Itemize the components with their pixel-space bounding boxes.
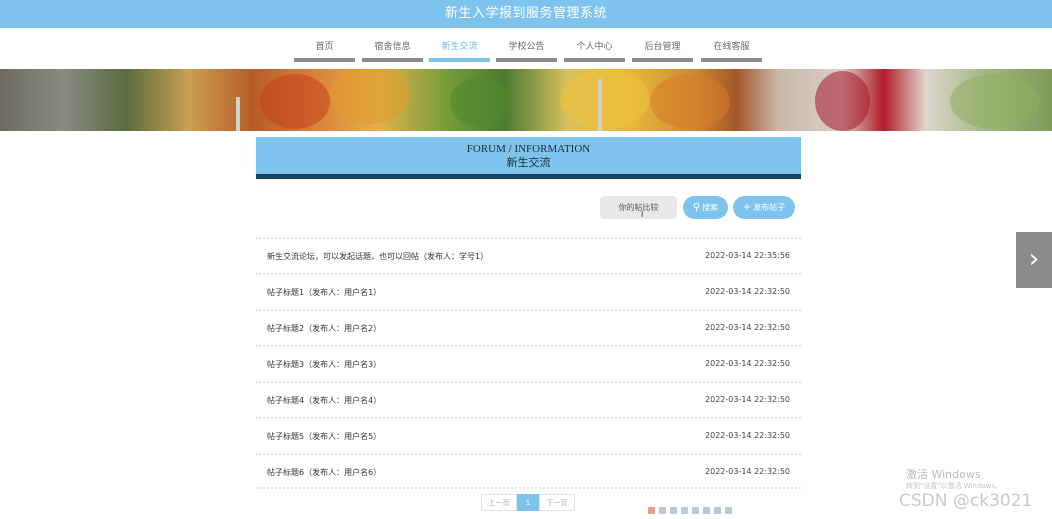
- list-item[interactable]: 帖子标题4（发布人：用户名4） 2022-03-14 22:32:50: [256, 381, 801, 417]
- post-time: 2022-03-14 22:32:50: [705, 287, 790, 296]
- publish-button-label: 发布帖子: [753, 203, 786, 212]
- list-item[interactable]: 帖子标题2（发布人：用户名2） 2022-03-14 22:32:50: [256, 309, 801, 345]
- app-title-bar: 新生入学报到服务管理系统: [0, 0, 1052, 28]
- nav-item-support[interactable]: 在线客服: [701, 40, 762, 62]
- list-item[interactable]: 帖子标题1（发布人：用户名1） 2022-03-14 22:32:50: [256, 273, 801, 309]
- post-title[interactable]: 帖子标题5（发布人：用户名5）: [267, 431, 381, 442]
- section-title-cn: 新生交流: [506, 157, 551, 169]
- ime-settings-icon: [725, 507, 732, 514]
- app-title: 新生入学报到服务管理系统: [444, 6, 607, 21]
- search-button-label: 搜索: [702, 203, 719, 212]
- list-item[interactable]: 新生交流论坛，可以发起话题，也可以回帖（发布人：学号1） 2022-03-14 …: [256, 237, 801, 273]
- list-item[interactable]: 帖子标题3（发布人：用户名3） 2022-03-14 22:32:50: [256, 345, 801, 381]
- chevron-right-icon[interactable]: ›: [1016, 232, 1052, 288]
- post-list: 新生交流论坛，可以发起话题，也可以回帖（发布人：学号1） 2022-03-14 …: [256, 237, 801, 489]
- prev-page-button[interactable]: 上一页: [481, 494, 517, 511]
- post-title[interactable]: 帖子标题4（发布人：用户名4）: [267, 395, 381, 406]
- post-title[interactable]: 帖子标题3（发布人：用户名3）: [267, 359, 381, 370]
- windows-activation-title: 激活 Windows: [906, 468, 981, 481]
- post-title[interactable]: 帖子标题2（发布人：用户名2）: [267, 323, 381, 334]
- windows-activation-hint: 转到"设置"以激活 Windows。: [906, 482, 1002, 490]
- main-nav: 首页 宿舍信息 新生交流 学校公告 个人中心 后台管理 在线客服: [0, 28, 1052, 69]
- page-number-current[interactable]: 1: [517, 494, 539, 511]
- text-cursor-icon: I: [641, 210, 644, 219]
- publish-post-button[interactable]: + 发布帖子: [733, 196, 795, 219]
- ime-toolbar: [648, 507, 732, 517]
- nav-item-admin[interactable]: 后台管理: [632, 40, 693, 62]
- ime-lang-icon: [659, 507, 666, 514]
- post-title[interactable]: 新生交流论坛，可以发起话题，也可以回帖（发布人：学号1）: [267, 251, 488, 262]
- ime-keyboard-icon: [703, 507, 710, 514]
- search-input[interactable]: 你的帖比较: [600, 196, 677, 219]
- ime-punct-icon: [681, 507, 688, 514]
- nav-item-profile[interactable]: 个人中心: [564, 40, 625, 62]
- nav-item-forum[interactable]: 新生交流: [429, 40, 490, 62]
- nav-item-home[interactable]: 首页: [294, 40, 355, 62]
- ime-emoji-icon: [692, 507, 699, 514]
- list-item[interactable]: 帖子标题5（发布人：用户名5） 2022-03-14 22:32:50: [256, 417, 801, 453]
- search-icon: ⚲: [692, 202, 701, 213]
- post-title[interactable]: 帖子标题1（发布人：用户名1）: [267, 287, 381, 298]
- section-header: FORUM / INFORMATION 新生交流: [256, 137, 801, 179]
- nav-item-notice[interactable]: 学校公告: [496, 40, 557, 62]
- post-time: 2022-03-14 22:32:50: [705, 467, 790, 476]
- post-time: 2022-03-14 22:35:56: [705, 251, 790, 260]
- plus-icon: +: [742, 202, 752, 213]
- ime-logo-icon: [648, 507, 655, 514]
- search-button[interactable]: ⚲ 搜索: [683, 196, 728, 219]
- post-time: 2022-03-14 22:32:50: [705, 395, 790, 404]
- post-time: 2022-03-14 22:32:50: [705, 323, 790, 332]
- pagination: 上一页 1 下一页: [481, 494, 575, 511]
- list-item[interactable]: 帖子标题6（发布人：用户名6） 2022-03-14 22:32:50: [256, 453, 801, 489]
- next-page-button[interactable]: 下一页: [539, 494, 575, 511]
- ime-moon-icon: [670, 507, 677, 514]
- campus-banner-image: [0, 69, 1052, 131]
- post-title[interactable]: 帖子标题6（发布人：用户名6）: [267, 467, 381, 478]
- ime-skin-icon: [714, 507, 721, 514]
- post-time: 2022-03-14 22:32:50: [705, 359, 790, 368]
- post-time: 2022-03-14 22:32:50: [705, 431, 790, 440]
- nav-item-dorm[interactable]: 宿舍信息: [362, 40, 423, 62]
- csdn-watermark: CSDN @ck3021: [899, 491, 1033, 511]
